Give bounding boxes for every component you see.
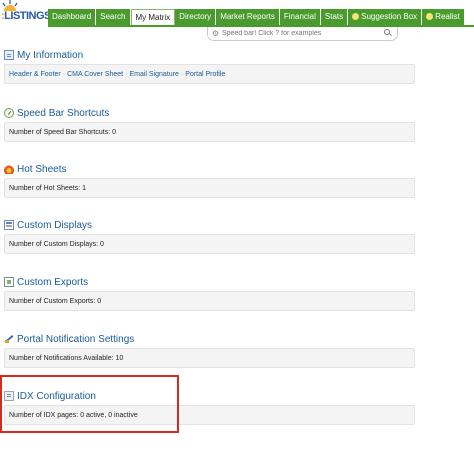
export-spreadsheet-icon	[4, 277, 14, 287]
section-header: Custom Exports	[4, 275, 88, 289]
section-body: Number of Custom Exports: 0	[4, 291, 415, 311]
section-body: Number of Notifications Available: 10	[4, 348, 415, 368]
section-body: Number of Speed Bar Shortcuts: 0	[4, 122, 415, 142]
tab-suggestion-box[interactable]: Suggestion Box	[348, 9, 423, 25]
section-header: Speed Bar Shortcuts	[4, 106, 109, 120]
listings-logo[interactable]: :LISTINGS	[0, 0, 51, 26]
tab-label: Suggestion Box	[361, 12, 418, 21]
section-header: Hot Sheets	[4, 162, 66, 176]
logo-wordmark: :LISTINGS	[1, 10, 51, 22]
tab-my-matrix[interactable]: My Matrix	[130, 9, 176, 26]
section-header: IDX Configuration	[4, 389, 96, 403]
separator: ·	[125, 71, 128, 78]
gear-icon[interactable]: ⚙	[212, 29, 219, 38]
section-title[interactable]: IDX Configuration	[17, 391, 96, 402]
link-cma-cover-sheet[interactable]: CMA Cover Sheet	[67, 71, 123, 78]
section-title[interactable]: Speed Bar Shortcuts	[17, 108, 109, 119]
tab-market-reports[interactable]: Market Reports	[216, 9, 280, 25]
section-header: Portal Notification Settings	[4, 332, 134, 346]
section-title: My Information	[17, 49, 84, 61]
link-email-signature[interactable]: Email Signature	[129, 71, 178, 78]
tab-financial[interactable]: Financial	[279, 9, 321, 25]
separator: ·	[180, 71, 184, 78]
speed-bar-input[interactable]	[222, 28, 382, 38]
speed-bar: ⚙	[207, 27, 398, 41]
separator: ·	[62, 71, 66, 78]
lightbulb-icon	[426, 13, 434, 20]
section-body: Number of Hot Sheets: 1	[4, 178, 415, 198]
section-title[interactable]: Hot Sheets	[17, 164, 66, 175]
tab-stats[interactable]: Stats	[320, 9, 349, 25]
speedometer-icon	[4, 108, 14, 118]
tab-realist[interactable]: Realist	[422, 9, 465, 25]
link-header-footer[interactable]: Header & Footer	[9, 71, 61, 78]
link-portal-profile[interactable]: Portal Profile	[185, 71, 225, 78]
lightbulb-icon	[352, 13, 360, 20]
main-nav: Dashboard Search My Matrix Directory Mar…	[48, 9, 465, 26]
section-title[interactable]: Custom Displays	[17, 220, 92, 231]
section-header: Custom Displays	[4, 218, 92, 232]
section-body: Number of IDX pages: 0 active, 0 inactiv…	[4, 405, 415, 425]
tab-label: Realist	[435, 12, 460, 21]
section-body: Number of Custom Displays: 0	[4, 234, 415, 254]
section-title[interactable]: Custom Exports	[17, 277, 88, 288]
tab-dashboard[interactable]: Dashboard	[48, 9, 97, 25]
fire-icon	[4, 164, 14, 174]
section-title[interactable]: Portal Notification Settings	[17, 334, 134, 345]
tab-search[interactable]: Search	[96, 9, 131, 25]
user-card-icon	[4, 50, 14, 60]
section-header: My Information	[4, 48, 83, 62]
pen-edit-icon	[4, 334, 14, 344]
search-icon[interactable]	[383, 28, 393, 38]
section-body: Header & Footer · CMA Cover Sheet · Email Si…	[4, 64, 415, 84]
idx-page-icon	[4, 391, 14, 401]
display-grid-icon	[4, 220, 14, 230]
tab-directory[interactable]: Directory	[175, 9, 217, 25]
